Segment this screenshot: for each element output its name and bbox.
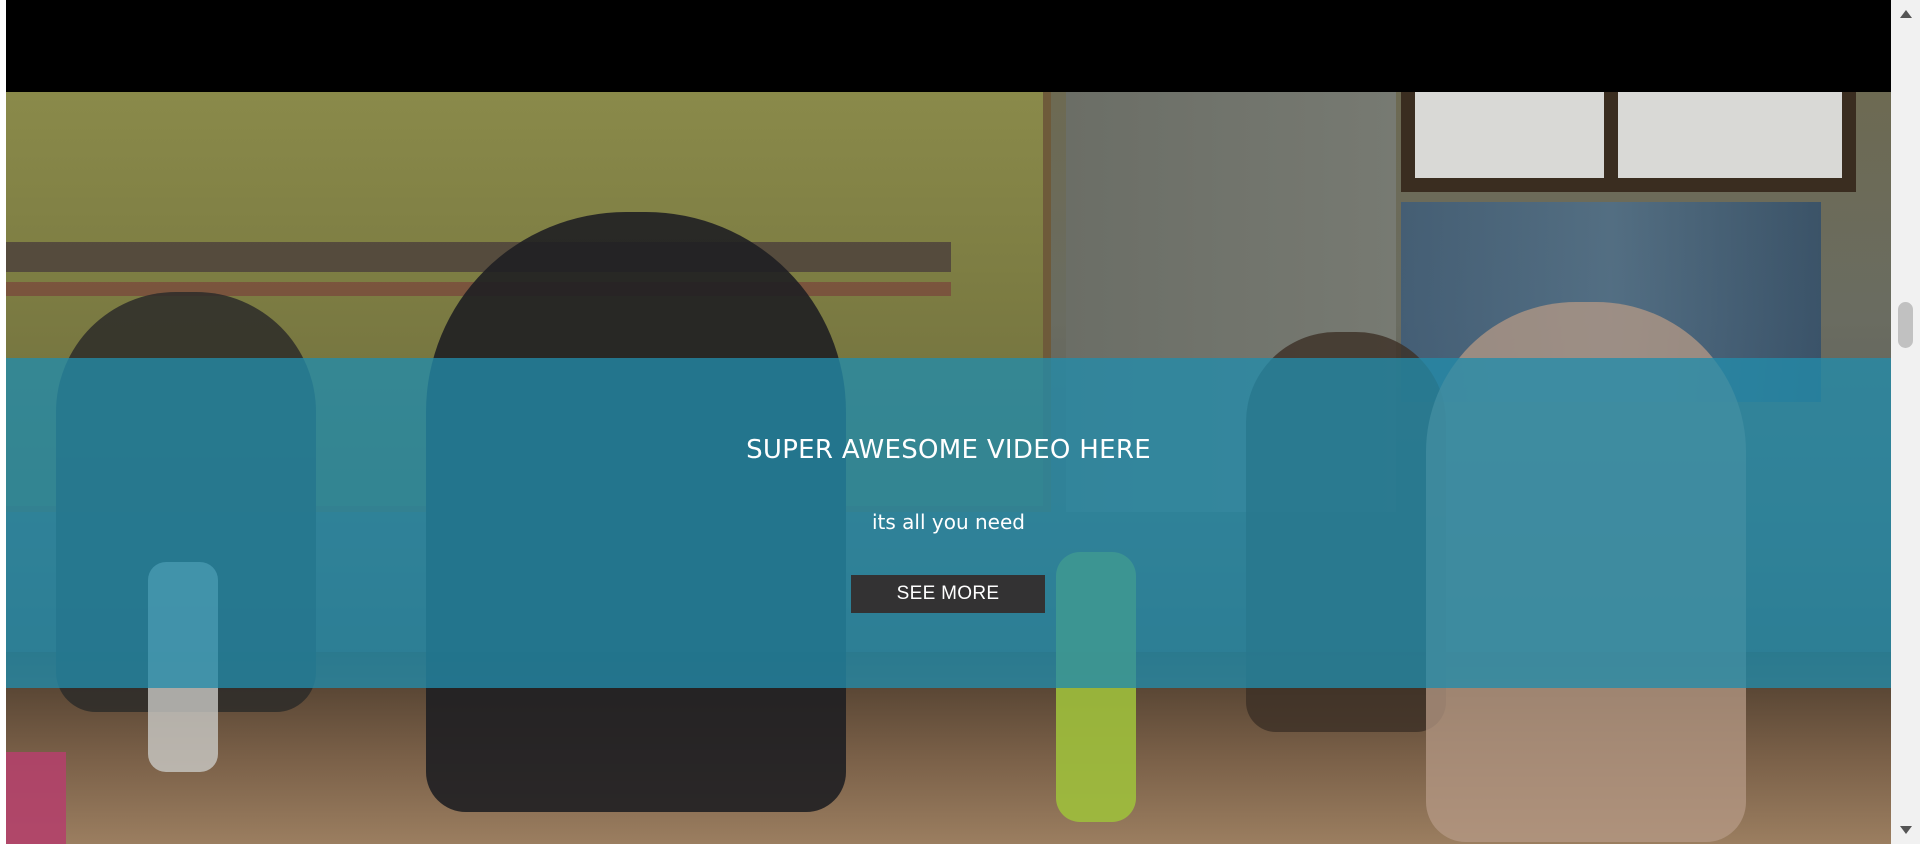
scroll-thumb[interactable]	[1898, 302, 1913, 348]
hero-overlay: SUPER AWESOME VIDEO HERE its all you nee…	[6, 358, 1891, 688]
top-black-bar	[6, 0, 1891, 92]
triangle-up-icon	[1899, 10, 1912, 18]
page-viewport: SUPER AWESOME VIDEO HERE its all you nee…	[6, 0, 1891, 844]
video-cup	[6, 752, 66, 844]
video-window-frame	[1604, 92, 1618, 192]
hero-title: SUPER AWESOME VIDEO HERE	[746, 435, 1151, 465]
hero-subtitle: its all you need	[872, 510, 1025, 534]
vertical-scrollbar[interactable]	[1891, 0, 1920, 844]
triangle-down-icon	[1899, 826, 1912, 834]
see-more-button[interactable]: SEE MORE	[851, 575, 1045, 613]
scroll-down-button[interactable]	[1891, 816, 1920, 844]
scroll-up-button[interactable]	[1891, 0, 1920, 28]
video-window	[1401, 92, 1856, 192]
video-board-stripe	[6, 242, 951, 272]
